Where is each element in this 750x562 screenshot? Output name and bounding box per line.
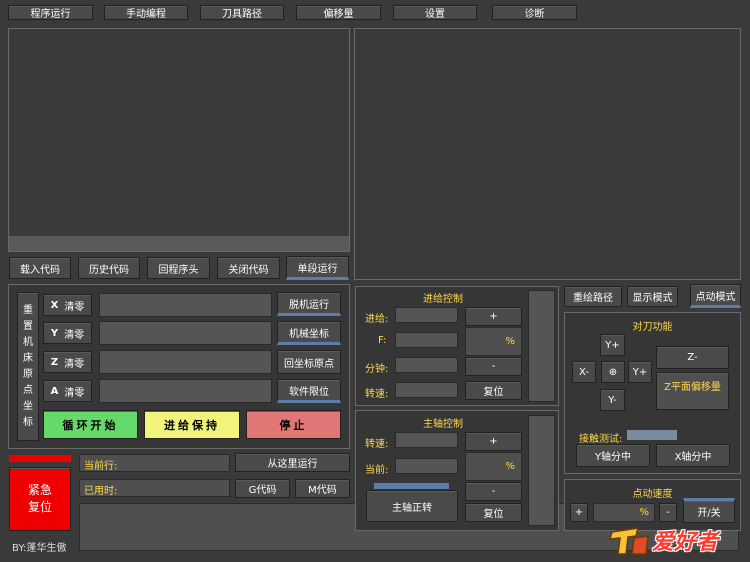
spindle-reset-button[interactable]: 复位	[465, 503, 522, 522]
watermark-text: 爱好者	[652, 530, 719, 555]
spindle-minus-button[interactable]: -	[465, 482, 522, 501]
x-minus-button[interactable]: X-	[572, 361, 596, 383]
feed-slider[interactable]	[528, 290, 555, 402]
zero-label: 清零	[64, 387, 85, 399]
spindle-control-title: 主轴控制	[423, 419, 463, 430]
spindle-slider[interactable]	[528, 415, 555, 526]
machine-coordinates-button[interactable]: 机械坐标	[277, 321, 341, 345]
tool-setting-title: 对刀功能	[632, 322, 673, 333]
tab-offsets[interactable]: 偏移量	[296, 5, 381, 20]
gcode-horizontal-scrollbar[interactable]	[9, 236, 349, 251]
current-line-label: 当前行:	[84, 461, 118, 472]
z-position-field[interactable]	[99, 350, 272, 374]
feed-minus-button[interactable]: -	[465, 357, 522, 376]
x-axis-center-button[interactable]: X轴分中	[656, 444, 730, 467]
feed-hold-button[interactable]: 进给保持	[144, 410, 240, 439]
watermark-logo: 爱好者	[608, 518, 748, 558]
speed-label: 转速:	[365, 389, 389, 400]
tab-diagnostics[interactable]: 诊断	[492, 5, 577, 20]
current-line-field: 当前行:	[79, 454, 230, 472]
offline-run-button[interactable]: 脱机运行	[277, 292, 341, 316]
estop-indicator	[9, 455, 71, 462]
x-position-field[interactable]	[99, 293, 272, 317]
spindle-current-label: 当前:	[365, 465, 389, 476]
reset-machine-origin-button[interactable]: 重 置 机 床 原 点 坐 标	[17, 292, 39, 441]
gcode-display[interactable]	[8, 28, 350, 252]
tab-toolpath[interactable]: 刀具路径	[200, 5, 284, 20]
feed-override-field: %	[465, 327, 522, 356]
stop-button[interactable]: 停止	[246, 410, 341, 439]
spindle-indicator	[374, 483, 449, 489]
feed-plus-button[interactable]: +	[465, 307, 522, 326]
jog-mode-button[interactable]: 点动模式	[690, 284, 741, 308]
spindle-current-field	[395, 458, 458, 474]
per-minute-label: 分钟:	[365, 364, 389, 375]
per-minute-value-field	[395, 357, 458, 373]
axis-z-label: Z	[50, 356, 59, 368]
y-plus-right-button[interactable]: Y+	[628, 361, 652, 383]
close-code-button[interactable]: 关闭代码	[217, 257, 280, 279]
feed-label: 进给:	[365, 314, 389, 325]
speed-value-field	[395, 382, 458, 398]
y-position-field[interactable]	[99, 321, 272, 345]
run-from-here-button[interactable]: 从这里运行	[235, 453, 350, 472]
jog-speed-percent-label: %	[639, 507, 649, 518]
feed-percent-label: %	[505, 336, 515, 347]
load-code-button[interactable]: 载入代码	[9, 257, 71, 279]
spindle-forward-button[interactable]: 主轴正转	[366, 490, 458, 522]
spindle-plus-button[interactable]: +	[465, 432, 522, 451]
history-code-button[interactable]: 历史代码	[78, 257, 140, 279]
feed-value-field	[395, 307, 458, 323]
return-to-origin-button[interactable]: 回坐标原点	[277, 350, 341, 374]
elapsed-time-label: 已用时:	[84, 486, 118, 497]
f-label: F:	[378, 335, 387, 346]
center-target-button[interactable]: ⊕	[601, 361, 625, 383]
z-plane-offset-field[interactable]: Z平面偏移量	[656, 372, 729, 410]
z-minus-button[interactable]: Z-	[656, 346, 729, 369]
rewind-program-button[interactable]: 回程序头	[147, 257, 210, 279]
g-code-button[interactable]: G代码	[235, 479, 290, 498]
estop-label-1: 紧急	[27, 483, 52, 497]
redraw-path-button[interactable]: 重绘路径	[564, 286, 622, 307]
cycle-start-button[interactable]: 循环开始	[43, 410, 138, 439]
soft-limits-button[interactable]: 软件限位	[277, 379, 341, 403]
feed-reset-button[interactable]: 复位	[465, 381, 522, 400]
zero-z-button[interactable]: Z 清零	[43, 351, 92, 373]
emergency-stop-button[interactable]: 紧急 复位	[9, 467, 71, 531]
tab-settings[interactable]: 设置	[393, 5, 477, 20]
axis-a-label: A	[50, 385, 59, 397]
probe-test-indicator	[627, 430, 677, 440]
spindle-percent-label: %	[505, 461, 515, 472]
axis-x-label: X	[50, 299, 59, 311]
jog-speed-plus-button[interactable]: +	[570, 503, 588, 522]
zero-label: 清零	[64, 358, 85, 370]
a-position-field[interactable]	[99, 379, 272, 403]
spindle-speed-field	[395, 432, 458, 448]
estop-label-2: 复位	[27, 500, 52, 514]
zero-label: 清零	[64, 301, 85, 313]
feed-control-title: 进给控制	[423, 294, 463, 305]
y-minus-button[interactable]: Y-	[600, 389, 625, 411]
tab-program-run[interactable]: 程序运行	[8, 5, 93, 20]
m-code-button[interactable]: M代码	[295, 479, 350, 498]
spindle-override-field: %	[465, 452, 522, 481]
y-plus-top-button[interactable]: Y+	[600, 334, 625, 356]
tab-manual-programming[interactable]: 手动编程	[104, 5, 188, 20]
y-axis-center-button[interactable]: Y轴分中	[576, 444, 650, 467]
zero-a-button[interactable]: A 清零	[43, 380, 92, 402]
single-block-button[interactable]: 单段运行	[286, 256, 349, 280]
zero-y-button[interactable]: Y 清零	[43, 322, 92, 344]
author-credit: BY:蓬华生傲	[12, 543, 67, 554]
display-mode-button[interactable]: 显示模式	[627, 286, 678, 307]
zero-label: 清零	[64, 329, 85, 341]
elapsed-time-field: 已用时:	[79, 479, 230, 497]
probe-test-label: 接触测试:	[579, 434, 623, 445]
spindle-speed-label: 转速:	[365, 439, 389, 450]
f-value-field	[395, 332, 458, 348]
zero-x-button[interactable]: X 清零	[43, 294, 92, 316]
toolpath-view[interactable]	[354, 28, 741, 280]
axis-y-label: Y	[50, 327, 59, 339]
